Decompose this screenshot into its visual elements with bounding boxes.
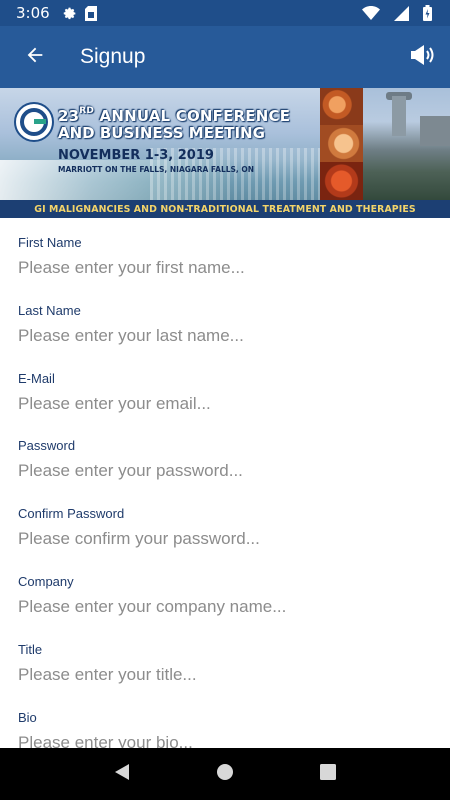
tower-body xyxy=(392,96,406,136)
wifi-icon xyxy=(362,6,380,20)
bio-input[interactable] xyxy=(16,728,432,748)
title-label: Title xyxy=(18,641,43,657)
arrow-left-icon xyxy=(24,44,46,71)
last-name-input[interactable] xyxy=(16,321,432,350)
password-input[interactable] xyxy=(16,457,432,486)
title-field: Title xyxy=(0,625,450,693)
signup-form: First Name Last Name E-Mail Password Con… xyxy=(0,218,450,748)
gear-icon xyxy=(62,6,77,21)
status-time: 3:06 xyxy=(16,4,50,22)
back-triangle-icon xyxy=(113,763,131,786)
banner-ordinal-suffix: RD xyxy=(79,106,95,116)
bio-label: Bio xyxy=(18,709,37,725)
banner-tagline-strip: GI MALIGNANCIES AND NON-TRADITIONAL TREA… xyxy=(0,200,450,218)
email-field: E-Mail xyxy=(0,354,450,422)
banner-title-line2: AND BUSINESS MEETING xyxy=(58,124,265,142)
confirm-password-input[interactable] xyxy=(16,525,432,554)
password-label: Password xyxy=(18,438,76,454)
company-input[interactable] xyxy=(16,592,432,621)
banner-ordinal: 23 xyxy=(58,107,80,125)
building-graphic xyxy=(420,116,450,146)
battery-icon xyxy=(423,5,432,21)
nav-recents-button[interactable] xyxy=(308,754,348,794)
signal-icon xyxy=(394,5,409,21)
status-bar: 3:06 xyxy=(0,0,450,26)
confirm-password-field: Confirm Password xyxy=(0,489,450,557)
sim-card-icon xyxy=(84,5,97,21)
recents-square-icon xyxy=(320,763,337,785)
banner-date: NOVEMBER 1-3, 2019 xyxy=(58,148,214,163)
conference-banner: 23RD ANNUAL CONFERENCE AND BUSINESS MEET… xyxy=(0,88,450,218)
last-name-field: Last Name xyxy=(0,286,450,354)
nav-home-button[interactable] xyxy=(205,754,245,794)
app-bar: Signup xyxy=(0,26,450,88)
last-name-label: Last Name xyxy=(18,302,81,318)
email-label: E-Mail xyxy=(18,370,55,386)
microscopy-image-2 xyxy=(320,125,363,162)
banner-title-rest: ANNUAL CONFERENCE xyxy=(94,107,291,125)
banner-title-line1: 23RD ANNUAL CONFERENCE xyxy=(58,106,291,125)
home-circle-icon xyxy=(216,763,234,786)
banner-tagline: GI MALIGNANCIES AND NON-TRADITIONAL TREA… xyxy=(34,203,416,215)
bio-field: Bio xyxy=(0,693,450,748)
page-title: Signup xyxy=(80,45,146,68)
company-field: Company xyxy=(0,557,450,625)
system-nav-bar xyxy=(0,748,450,800)
microscopy-images xyxy=(320,88,363,200)
microscopy-image-1 xyxy=(320,88,363,125)
password-field: Password xyxy=(0,421,450,489)
nav-back-button[interactable] xyxy=(102,754,142,794)
first-name-label: First Name xyxy=(18,235,82,250)
microscopy-image-3 xyxy=(320,162,363,200)
first-name-input[interactable] xyxy=(16,254,432,282)
title-input[interactable] xyxy=(16,660,432,689)
email-input[interactable] xyxy=(16,389,432,418)
back-button[interactable] xyxy=(0,26,70,88)
company-label: Company xyxy=(18,573,74,589)
organization-logo xyxy=(14,102,54,142)
megaphone-icon xyxy=(409,44,435,71)
first-name-field: First Name xyxy=(0,218,450,286)
banner-venue: MARRIOTT ON THE FALLS, NIAGARA FALLS, ON xyxy=(58,165,255,174)
confirm-password-label: Confirm Password xyxy=(18,506,125,522)
announcements-button[interactable] xyxy=(394,26,450,88)
